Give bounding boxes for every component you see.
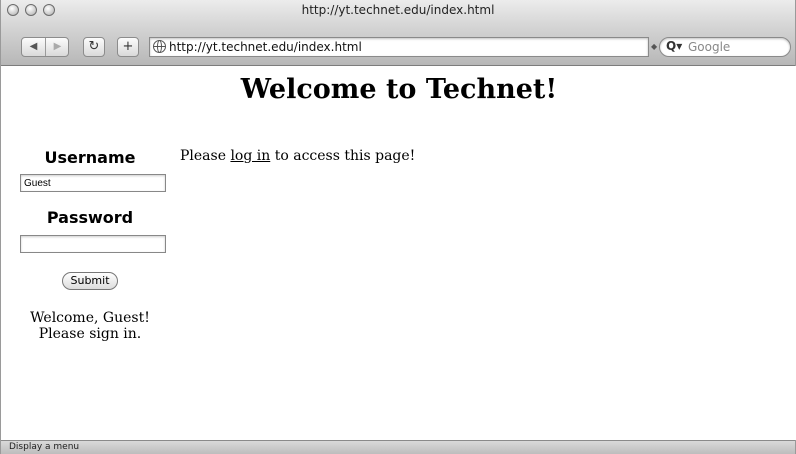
browser-window: http://yt.technet.edu/index.html ◀ ▶ ↻ +… [0,0,796,454]
page-title: Welcome to Technet! [240,74,558,105]
status-text: Display a menu [9,442,80,452]
submit-button[interactable]: Submit [62,272,118,290]
welcome-line-2: Please sign in. [38,326,142,342]
forward-button[interactable]: ▶ [46,38,69,56]
search-icon[interactable]: Q▾ [666,39,682,53]
status-bar: Display a menu [1,440,795,454]
welcome-line-1: Welcome, Guest! [30,310,150,326]
plus-icon: + [122,39,134,54]
globe-icon [153,40,166,53]
login-link[interactable]: log in [230,148,270,164]
title-toolbar-area: http://yt.technet.edu/index.html ◀ ▶ ↻ +… [1,0,795,66]
prompt-suffix: to access this page! [270,148,416,164]
add-bookmark-button[interactable]: + [117,37,139,57]
username-input[interactable] [20,174,166,192]
back-arrow-icon: ◀ [29,41,38,52]
page-content: Welcome to Technet! Username Password Su… [2,66,796,440]
password-label: Password [46,208,134,227]
search-placeholder: Google [688,40,731,54]
search-field[interactable]: Q▾ Google [659,37,791,57]
username-label: Username [44,148,136,167]
password-input[interactable] [20,235,166,253]
back-forward-group: ◀ ▶ [21,37,69,57]
reload-button[interactable]: ↻ [83,37,105,57]
reload-icon: ↻ [88,39,100,54]
forward-arrow-icon: ▶ [53,41,62,52]
address-dropdown-icon[interactable]: ◆ [651,42,657,51]
login-prompt: Please log in to access this page! [180,148,415,164]
welcome-message: Welcome, Guest! Please sign in. [2,310,178,342]
prompt-prefix: Please [180,148,231,164]
address-bar[interactable]: http://yt.technet.edu/index.html [149,37,649,57]
window-title: http://yt.technet.edu/index.html [301,3,495,17]
back-button[interactable]: ◀ [22,38,45,56]
url-text: http://yt.technet.edu/index.html [169,40,362,54]
